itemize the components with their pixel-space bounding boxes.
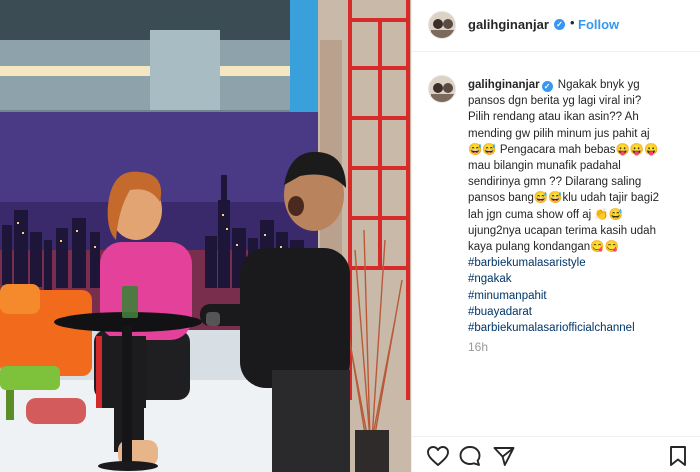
hashtag-link[interactable]: #barbiekumalasariofficialchannel xyxy=(468,320,690,336)
caption-area: galihginanjar ✓ Ngakak bnyk yg pansos dgn… xyxy=(412,52,700,436)
caption-avatar[interactable] xyxy=(428,75,456,103)
tv-studio-photo xyxy=(0,0,411,472)
hashtag-link[interactable]: #minumanpahit xyxy=(468,288,690,304)
caption-text-line: ujung2nya ucapan terima kasih udah xyxy=(468,224,656,237)
hashtag-link[interactable]: #buayadarat xyxy=(468,304,690,320)
caption-text-line: mau bilangin munafik padahal xyxy=(468,160,621,173)
avatar-image xyxy=(429,12,455,38)
like-button[interactable] xyxy=(426,445,450,467)
bookmark-icon xyxy=(670,446,686,466)
heart-icon xyxy=(427,446,449,466)
avatar[interactable] xyxy=(428,11,456,39)
comment-button[interactable] xyxy=(458,445,482,467)
caption-text-line: mending gw pilih minum jus pahit aj xyxy=(468,127,650,140)
username-link[interactable]: galihginanjar xyxy=(468,17,549,32)
save-button[interactable] xyxy=(666,445,690,467)
action-bar xyxy=(412,436,700,472)
caption-text-line: 😅😅 Pengacara mah bebas😛😛😛 xyxy=(468,143,659,156)
post-photo[interactable] xyxy=(0,0,411,472)
avatar-image xyxy=(429,76,455,102)
caption-text-line: lah jgn cuma show off aj 👏😅 xyxy=(468,208,623,221)
verified-badge-icon: ✓ xyxy=(541,81,553,92)
hashtag-link[interactable]: #ngakak xyxy=(468,271,690,287)
hashtag-link[interactable]: #barbiekumalasaristyle xyxy=(468,255,690,271)
caption-text-line: kaya pulang kondangan😋😋 xyxy=(468,241,619,254)
post-header: galihginanjar ✓ • Follow xyxy=(412,0,700,52)
post-timestamp[interactable]: 16h xyxy=(468,340,488,354)
follow-button[interactable]: Follow xyxy=(578,17,619,32)
verified-badge-icon: ✓ xyxy=(554,19,565,30)
separator-dot: • xyxy=(570,15,575,30)
caption-line: galihginanjar ✓ Ngakak bnyk yg xyxy=(468,77,690,93)
share-button[interactable] xyxy=(492,445,516,467)
caption-text-line: pansos bang😅😅klu udah tajir bagi2 xyxy=(468,192,660,205)
caption-text-line: Ngakak bnyk yg xyxy=(557,79,640,91)
comment-icon xyxy=(459,446,481,466)
share-icon xyxy=(493,447,515,466)
post-sidebar: galihginanjar ✓ • Follow galihginanjar ✓ … xyxy=(411,0,700,472)
caption-text-line: Pilih rendang atau ikan asin?? Ah xyxy=(468,111,639,124)
caption-text: galihginanjar ✓ Ngakak bnyk yg pansos dgn… xyxy=(468,77,690,336)
caption-text-line: pansos dgn berita yg lagi viral ini? xyxy=(468,95,642,108)
caption-username-link[interactable]: galihginanjar xyxy=(468,79,540,91)
caption-text-line: sendirinya gmn ?? Dilarang saling xyxy=(468,176,642,189)
hashtag-list: #barbiekumalasaristyle #ngakak #minumanp… xyxy=(468,255,690,336)
